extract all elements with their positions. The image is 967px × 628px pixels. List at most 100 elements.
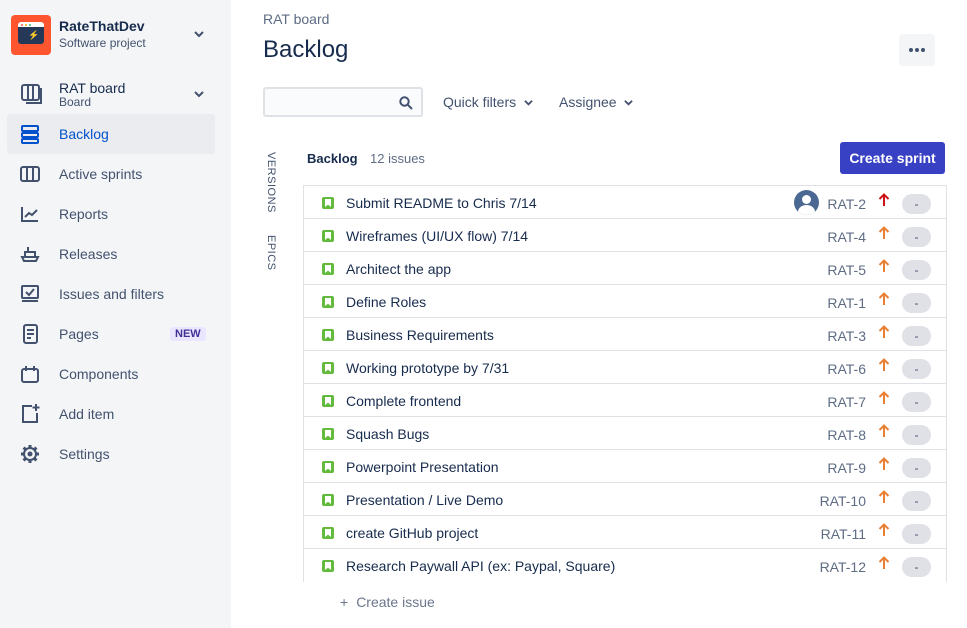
issue-row[interactable]: Working prototype by 7/31 RAT-6 - — [304, 351, 946, 384]
chevron-down-icon[interactable] — [194, 89, 204, 99]
priority-medium-icon — [878, 490, 890, 503]
epics-tab[interactable]: EPICS — [265, 235, 277, 271]
more-actions-button[interactable] — [899, 34, 935, 66]
sidebar-item-active-sprints[interactable]: Active sprints — [7, 154, 215, 194]
issue-row[interactable]: Define Roles RAT-1 - — [304, 285, 946, 318]
issue-key[interactable]: RAT-3 — [827, 328, 866, 344]
issue-row[interactable]: Research Paywall API (ex: Paypal, Square… — [304, 549, 946, 582]
create-issue-label: Create issue — [356, 594, 435, 610]
assignee-dropdown[interactable]: Assignee — [559, 94, 634, 110]
sidebar-item-components[interactable]: Components — [7, 354, 215, 394]
issue-summary[interactable]: Presentation / Live Demo — [346, 492, 503, 508]
sidebar-item-reports[interactable]: Reports — [7, 194, 215, 234]
more-icon — [909, 48, 913, 52]
sidebar-item-label: Backlog — [59, 126, 109, 142]
story-icon — [322, 329, 334, 341]
issue-row[interactable]: Business Requirements RAT-3 - — [304, 318, 946, 351]
board-icon — [21, 84, 42, 104]
search-icon — [399, 96, 413, 110]
priority-medium-icon — [878, 424, 890, 437]
issue-key[interactable]: RAT-1 — [827, 295, 866, 311]
priority-medium-icon — [878, 325, 890, 338]
estimate-badge[interactable]: - — [902, 491, 931, 511]
issue-key[interactable]: RAT-7 — [827, 394, 866, 410]
story-icon — [322, 428, 334, 440]
sidebar-item-backlog[interactable]: Backlog — [7, 114, 215, 154]
issue-summary[interactable]: Powerpoint Presentation — [346, 459, 499, 475]
issue-row[interactable]: Wireframes (UI/UX flow) 7/14 RAT-4 - — [304, 219, 946, 252]
issue-row[interactable]: Submit README to Chris 7/14 RAT-2 - — [304, 186, 946, 219]
priority-high-icon — [878, 193, 890, 206]
issue-summary[interactable]: Architect the app — [346, 261, 451, 277]
sidebar-item-settings[interactable]: Settings — [7, 434, 215, 474]
pages-icon — [23, 324, 38, 344]
versions-tab[interactable]: VERSIONS — [265, 152, 277, 213]
estimate-badge[interactable]: - — [902, 293, 931, 313]
estimate-badge[interactable]: - — [902, 524, 931, 544]
sidebar-item-label: Add item — [59, 406, 115, 422]
issue-key[interactable]: RAT-12 — [820, 559, 866, 575]
estimate-badge[interactable]: - — [902, 260, 931, 280]
issue-row[interactable]: Powerpoint Presentation RAT-9 - — [304, 450, 946, 483]
sidebar-item-label: Active sprints — [59, 166, 143, 182]
issue-key[interactable]: RAT-5 — [827, 262, 866, 278]
reports-icon — [21, 207, 38, 222]
priority-medium-icon — [878, 391, 890, 404]
issue-summary[interactable]: Wireframes (UI/UX flow) 7/14 — [346, 228, 528, 244]
priority-medium-icon — [878, 523, 890, 536]
issue-summary[interactable]: Define Roles — [346, 294, 426, 310]
issue-key[interactable]: RAT-11 — [821, 526, 866, 542]
search-input[interactable] — [263, 87, 423, 117]
chevron-down-icon[interactable] — [194, 29, 204, 39]
sidebar-item-label: Components — [59, 366, 139, 382]
story-icon — [322, 263, 334, 275]
project-switcher[interactable]: ⚡ RateThatDev Software project — [11, 14, 216, 58]
create-sprint-button[interactable]: Create sprint — [840, 142, 945, 174]
breadcrumb[interactable]: RAT board — [263, 11, 329, 27]
sidebar: ⚡ RateThatDev Software project RAT board… — [0, 0, 231, 628]
issue-row[interactable]: Complete frontend RAT-7 - — [304, 384, 946, 417]
estimate-badge[interactable]: - — [902, 458, 931, 478]
sidebar-item-releases[interactable]: Releases — [7, 234, 215, 274]
sidebar-item-label: Releases — [59, 246, 118, 262]
quick-filters-dropdown[interactable]: Quick filters — [443, 94, 533, 110]
issue-summary[interactable]: Business Requirements — [346, 327, 494, 343]
issue-key[interactable]: RAT-9 — [827, 460, 866, 476]
issue-row[interactable]: Presentation / Live Demo RAT-10 - — [304, 483, 946, 516]
estimate-badge[interactable]: - — [902, 326, 931, 346]
issue-key[interactable]: RAT-2 — [827, 196, 866, 212]
estimate-badge[interactable]: - — [902, 227, 931, 247]
issue-summary[interactable]: Complete frontend — [346, 393, 461, 409]
sidebar-item-pages[interactable]: Pages NEW — [7, 314, 215, 354]
issue-key[interactable]: RAT-6 — [827, 361, 866, 377]
issue-key[interactable]: RAT-4 — [827, 229, 866, 245]
issue-summary[interactable]: Squash Bugs — [346, 426, 429, 442]
issue-row[interactable]: create GitHub project RAT-11 - — [304, 516, 946, 549]
issue-summary[interactable]: Research Paywall API (ex: Paypal, Square… — [346, 558, 615, 574]
assignee-avatar[interactable] — [794, 190, 819, 215]
estimate-badge[interactable]: - — [902, 557, 931, 577]
assignee-label: Assignee — [559, 94, 617, 110]
issue-list: Submit README to Chris 7/14 RAT-2- Wirefra… — [303, 185, 947, 582]
issue-summary[interactable]: Submit README to Chris 7/14 — [346, 195, 537, 211]
issue-row[interactable]: Architect the app RAT-5 - — [304, 252, 946, 285]
issue-summary[interactable]: create GitHub project — [346, 525, 478, 541]
issue-summary[interactable]: Working prototype by 7/31 — [346, 360, 509, 376]
project-type: Software project — [59, 36, 146, 50]
estimate-badge[interactable]: - — [902, 425, 931, 445]
estimate-badge[interactable]: - — [902, 359, 931, 379]
sidebar-item-issues-and-filters[interactable]: Issues and filters — [7, 274, 215, 314]
create-issue-button[interactable]: + Create issue — [340, 594, 435, 610]
issue-key[interactable]: RAT-10 — [820, 493, 866, 509]
sidebar-item-add-item[interactable]: Add item — [7, 394, 215, 434]
board-switcher[interactable]: RAT board Board — [11, 76, 216, 112]
issue-key[interactable]: RAT-8 — [827, 427, 866, 443]
quick-filters-label: Quick filters — [443, 94, 517, 110]
estimate-badge[interactable]: - — [902, 392, 931, 412]
issue-row[interactable]: Squash Bugs RAT-8 - — [304, 417, 946, 450]
estimate-badge[interactable]: - — [902, 194, 931, 214]
priority-medium-icon — [878, 226, 890, 239]
chevron-down-icon — [524, 100, 533, 106]
sidebar-item-label: Settings — [59, 446, 110, 462]
backlog-icon — [21, 125, 39, 144]
